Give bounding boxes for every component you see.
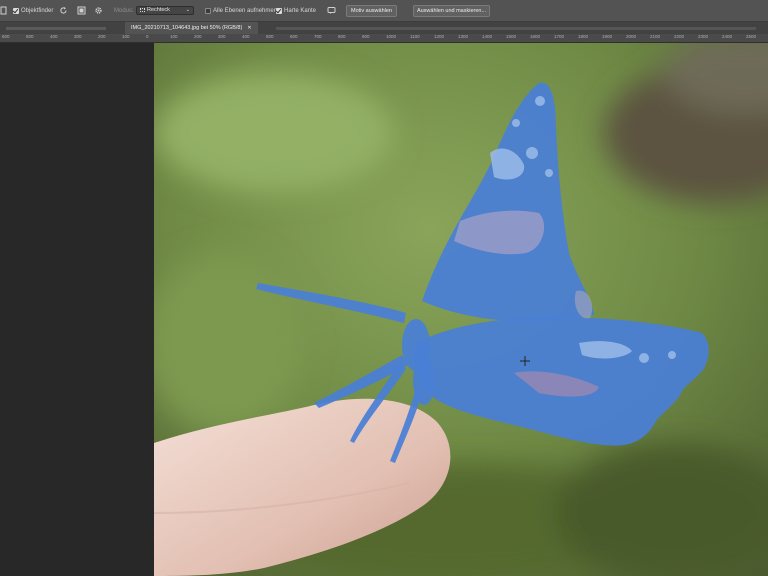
document-title: IMG_20210713_104643.jpg bei 50% (RGB/8) (131, 25, 243, 31)
sample-all-layers-checkbox[interactable]: Alle Ebenen aufnehmen (205, 6, 277, 16)
ruler-tick-label: 2300 (698, 34, 709, 39)
hard-edge-checkbox[interactable]: Harte Kante (276, 6, 316, 16)
ruler-tick-label: 1700 (554, 34, 565, 39)
gear-icon[interactable] (93, 5, 104, 16)
ruler-tick-label: 2100 (650, 34, 661, 39)
hard-edge-check-icon[interactable] (276, 8, 282, 14)
ruler-tick-label: 1200 (434, 34, 445, 39)
ruler-tick-label: 400 (242, 34, 250, 39)
mode-label: Modus: (114, 8, 134, 14)
ruler-tick-label: 500 (266, 34, 274, 39)
hard-edge-label: Harte Kante (284, 8, 317, 14)
speech-bubble-icon[interactable] (326, 5, 337, 16)
ruler-tick-label: 1900 (602, 34, 613, 39)
ruler-tick-label: 1000 (386, 34, 397, 39)
blurred-tab-bar (276, 26, 756, 30)
tab-background-doc-1[interactable] (0, 22, 118, 34)
tool-preset-icon[interactable] (0, 5, 9, 16)
sample-all-layers-check-icon[interactable] (205, 8, 211, 14)
ruler-tick-label: 2400 (722, 34, 733, 39)
ruler-tick-label: 100 (122, 34, 130, 39)
ruler-tick-label: 1500 (506, 34, 517, 39)
ruler-tick-label: 1800 (578, 34, 589, 39)
horizontal-ruler[interactable]: 600 500 400 300 200 100 0 100 200 300 400 500 600 700… (0, 34, 768, 43)
ruler-tick-label: 2200 (674, 34, 685, 39)
ruler-tick-label: 200 (98, 34, 106, 39)
sample-all-layers-label: Alle Ebenen aufnehmen (213, 8, 278, 14)
ruler-tick-label: 100 (170, 34, 178, 39)
document-canvas[interactable] (154, 43, 768, 576)
ruler-tick-label: 400 (50, 34, 58, 39)
close-icon[interactable]: ✕ (247, 25, 251, 31)
mode-value: Rechteck (147, 7, 170, 13)
object-finder-label: Objektfinder (21, 8, 54, 14)
ruler-tick-label: 700 (314, 34, 322, 39)
rectangle-icon (140, 8, 145, 12)
object-finder-checkbox[interactable]: Objektfinder (13, 6, 53, 16)
ruler-tick-label: 600 (2, 34, 10, 39)
ruler-tick-label: 800 (338, 34, 346, 39)
select-subject-button[interactable]: Motiv auswählen (346, 5, 397, 17)
ruler-tick-label: 900 (362, 34, 370, 39)
ruler-tick-label: 1600 (530, 34, 541, 39)
pasteboard (0, 43, 154, 576)
show-all-objects-icon[interactable] (76, 5, 87, 16)
options-bar: Objektfinder Modus: Rechteck ⌄ Alle Eben… (0, 0, 768, 22)
blurred-tab-bar (6, 26, 106, 30)
ruler-tick-label: 2000 (626, 34, 637, 39)
ruler-tick-label: 500 (26, 34, 34, 39)
ruler-tick-label: 1400 (482, 34, 493, 39)
document-tab-bar: IMG_20210713_104643.jpg bei 50% (RGB/8) … (0, 22, 768, 34)
tab-active-document[interactable]: IMG_20210713_104643.jpg bei 50% (RGB/8) … (125, 22, 258, 34)
chevron-down-icon: ⌄ (185, 7, 190, 13)
ruler-tick-label: 2500 (746, 34, 757, 39)
mode-select[interactable]: Rechteck ⌄ (136, 5, 194, 15)
ruler-tick-label: 1300 (458, 34, 469, 39)
select-and-mask-button[interactable]: Auswählen und maskieren... (413, 5, 490, 17)
photo-with-selection (154, 43, 768, 576)
ruler-tick-label: 300 (218, 34, 226, 39)
ruler-tick-label: 1100 (410, 34, 420, 39)
ruler-tick-label: 600 (290, 34, 298, 39)
object-finder-check-icon[interactable] (13, 8, 19, 14)
ruler-tick-label: 300 (74, 34, 82, 39)
tab-background-doc-2[interactable] (270, 22, 768, 34)
refresh-icon[interactable] (58, 5, 69, 16)
ruler-tick-label: 0 (146, 34, 149, 39)
ruler-tick-label: 200 (194, 34, 202, 39)
